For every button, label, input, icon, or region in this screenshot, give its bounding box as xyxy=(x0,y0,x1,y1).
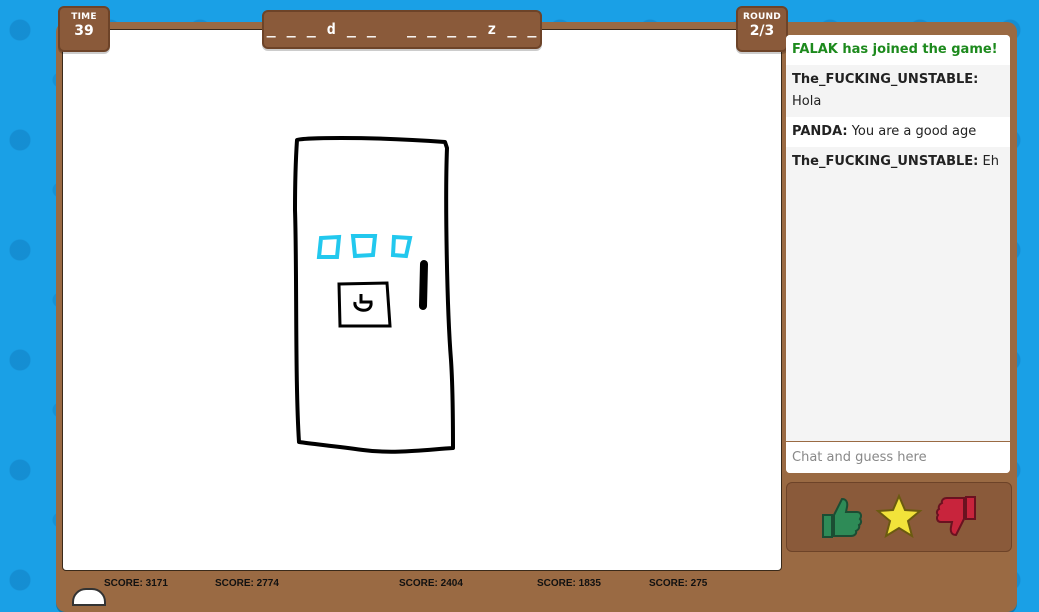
chat-text: Hola xyxy=(792,94,822,109)
drawing-canvas[interactable] xyxy=(62,29,782,571)
thumbs-up-icon xyxy=(822,497,863,538)
round-value: 2/3 xyxy=(749,23,775,39)
player-score: SCORE: 275 xyxy=(649,578,708,589)
star-icon xyxy=(875,493,923,539)
chat-message: FALAK has joined the game! xyxy=(786,35,1010,65)
avatar xyxy=(72,588,106,606)
dislike-button[interactable] xyxy=(933,493,981,541)
chat-input[interactable] xyxy=(786,441,1010,473)
chat-username: The_FUCKING_UNSTABLE: xyxy=(792,72,979,87)
timer-label: TIME xyxy=(71,12,97,22)
drawing-stroke-handle xyxy=(419,260,428,310)
chat-text: You are a good age xyxy=(851,124,977,139)
timer-value: 39 xyxy=(74,23,94,39)
chat-text: Eh xyxy=(982,154,999,169)
chat-username: The_FUCKING_UNSTABLE: xyxy=(792,154,979,169)
player-score: SCORE: 1835 xyxy=(537,578,601,589)
chat-system-text: FALAK has joined the game! xyxy=(792,42,998,57)
chat-message: The_FUCKING_UNSTABLE: Hola xyxy=(786,65,1010,117)
thumbs-down-icon xyxy=(935,496,976,537)
chat-message: The_FUCKING_UNSTABLE: Eh xyxy=(786,147,1010,177)
drawing-stroke-square-3 xyxy=(390,234,413,259)
player-score: SCORE: 2404 xyxy=(399,578,463,589)
chat-message: PANDA: You are a good age xyxy=(786,117,1010,147)
drawing xyxy=(293,136,455,454)
chat-username: PANDA: xyxy=(792,124,848,139)
player-score: SCORE: 2774 xyxy=(215,578,279,589)
favorite-button[interactable] xyxy=(875,493,923,541)
timer-badge: TIME 39 xyxy=(58,6,110,52)
player-score: SCORE: 3171 xyxy=(104,578,168,589)
player-scores-bar: SCORE: 3171 SCORE: 2774 SCORE: 2404 SCOR… xyxy=(60,576,780,597)
chat-messages: FALAK has joined the game! The_FUCKING_U… xyxy=(786,35,1010,177)
round-label: ROUND xyxy=(743,12,781,22)
drawing-stroke-square-2 xyxy=(350,234,378,259)
chat-panel: FALAK has joined the game! The_FUCKING_U… xyxy=(786,35,1010,473)
vote-panel xyxy=(786,482,1012,552)
round-badge: ROUND 2/3 xyxy=(736,6,788,52)
drawing-stroke-box xyxy=(337,281,392,328)
drawing-stroke-outline xyxy=(293,136,455,454)
word-hint: _ _ _ d _ _ _ _ _ _ z _ _ xyxy=(262,10,542,49)
drawing-stroke-knob xyxy=(353,294,373,312)
drawing-stroke-square-1 xyxy=(316,234,342,259)
like-button[interactable] xyxy=(817,493,865,541)
